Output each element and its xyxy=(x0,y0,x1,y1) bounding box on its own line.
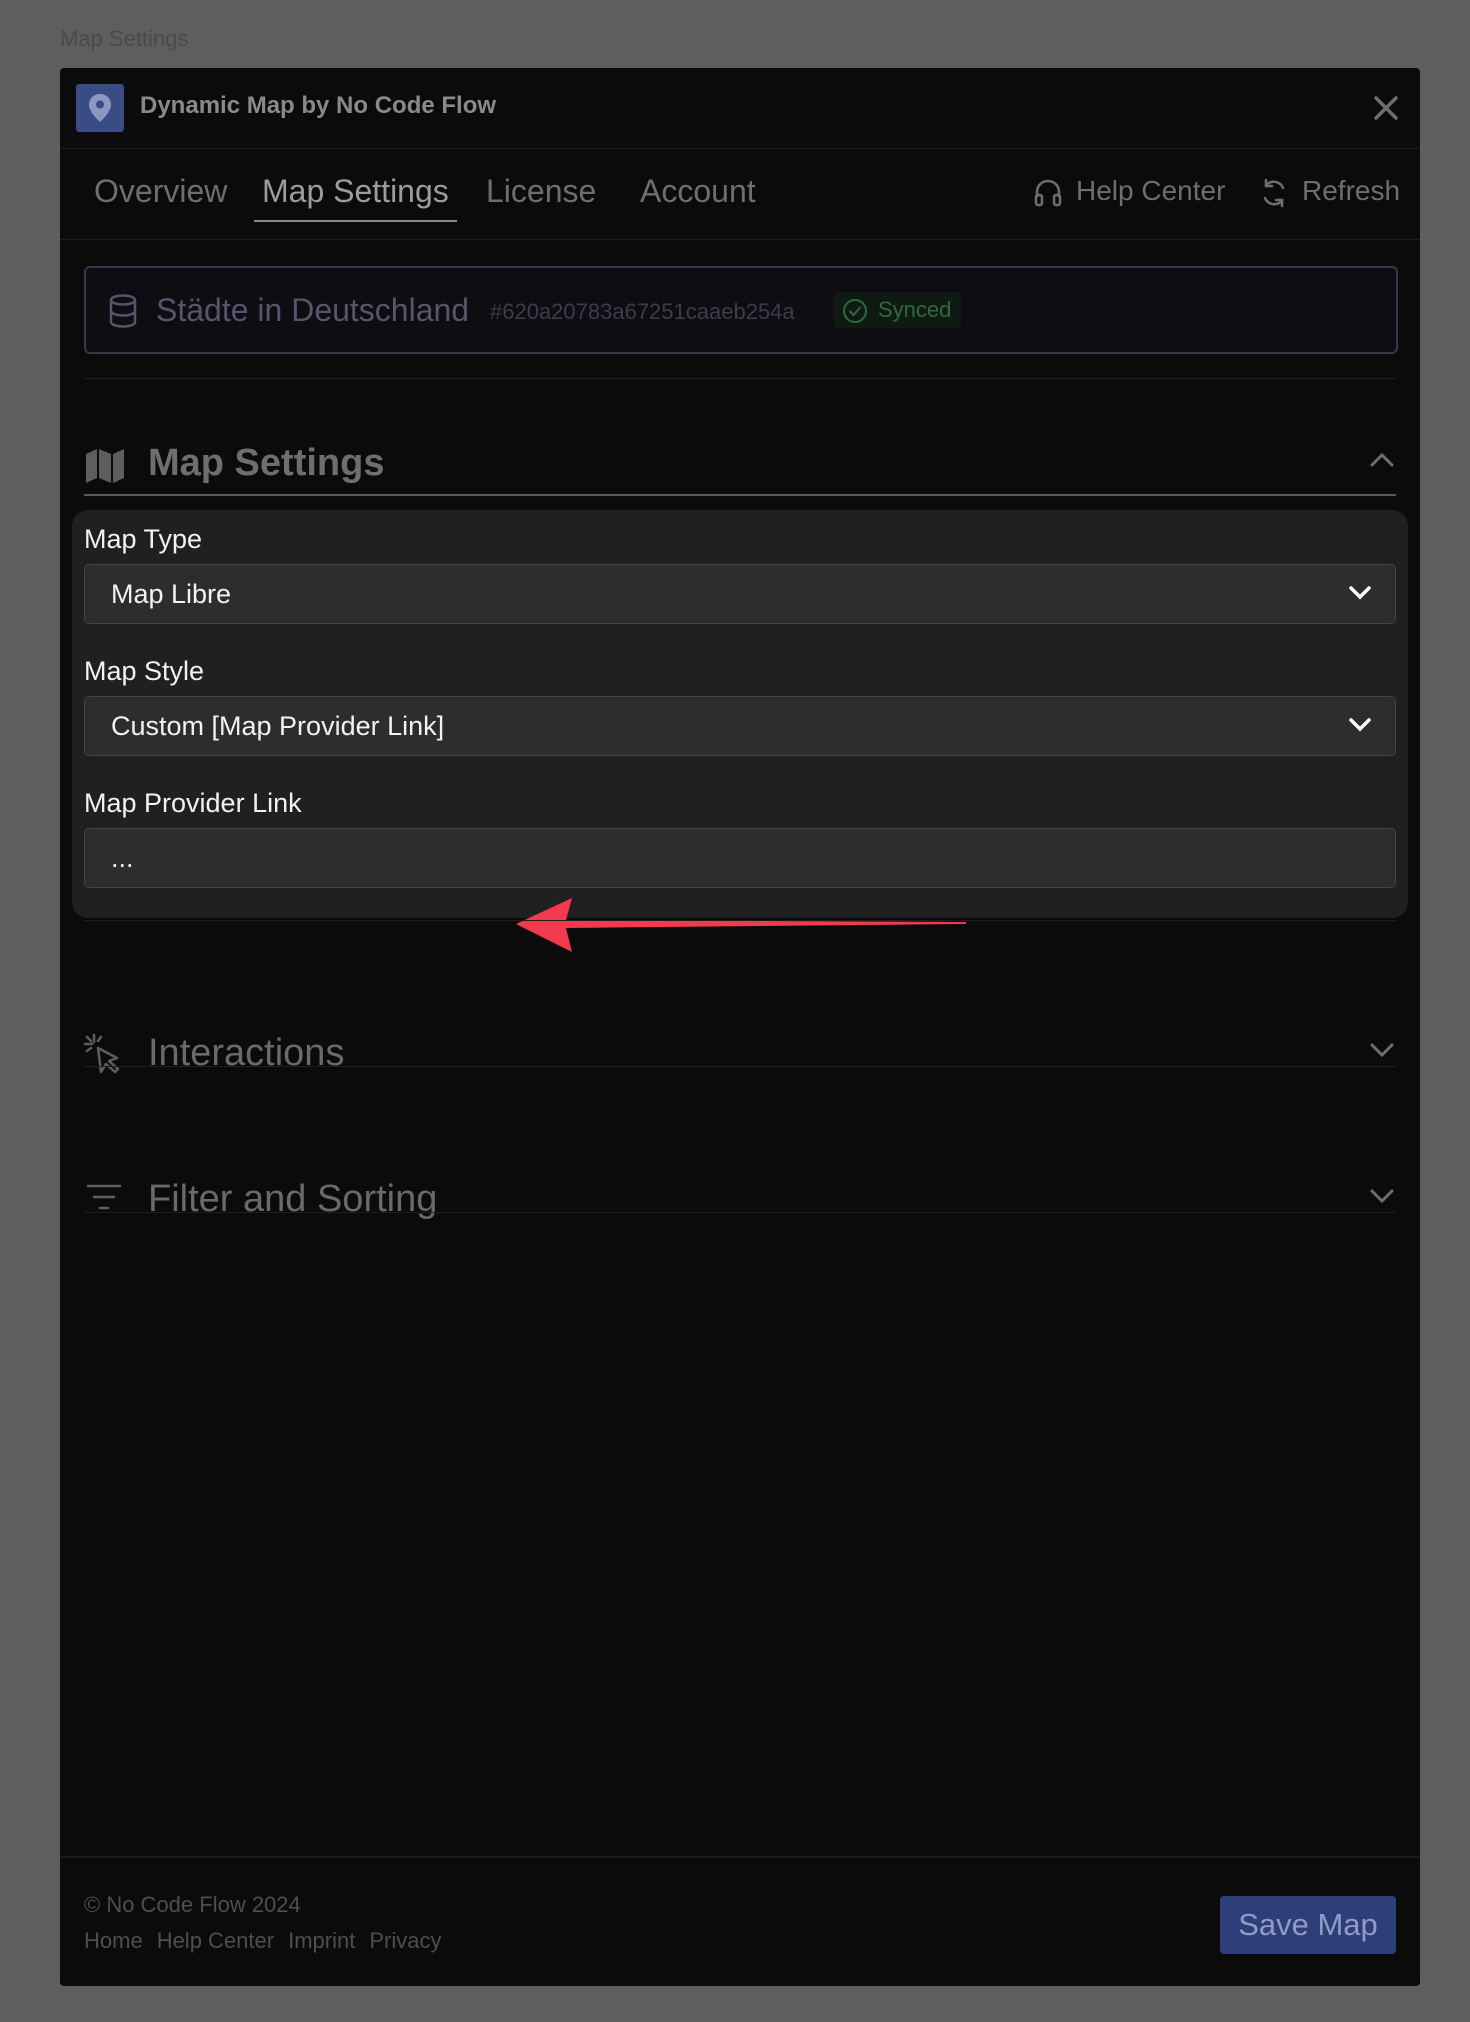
map-icon xyxy=(86,449,124,483)
sync-status-label: Synced xyxy=(878,297,952,322)
chevron-down-icon xyxy=(1370,1189,1394,1204)
map-type-value: Map Libre xyxy=(111,579,232,609)
close-button[interactable] xyxy=(1366,88,1406,128)
tab-map-settings[interactable]: Map Settings xyxy=(254,173,457,222)
map-settings-panel: Map Type Map Libre Map Style Custom [Map… xyxy=(72,510,1408,918)
refresh-button[interactable]: Refresh xyxy=(1258,175,1401,208)
divider xyxy=(84,1066,1396,1067)
annotation-arrow-icon xyxy=(516,898,966,952)
help-center-label: Help Center xyxy=(1076,175,1226,206)
headphones-icon xyxy=(1034,179,1062,207)
filter-sorting-section-header[interactable]: Filter and Sorting xyxy=(84,1160,1396,1240)
divider xyxy=(84,378,1396,379)
interactions-section-header[interactable]: Interactions xyxy=(84,1014,1396,1094)
footer-link-imprint[interactable]: Imprint xyxy=(288,1928,355,1953)
footer-link-privacy[interactable]: Privacy xyxy=(369,1928,441,1953)
map-type-label: Map Type xyxy=(84,524,203,554)
map-settings-section-header[interactable]: Map Settings xyxy=(84,436,1396,496)
close-icon xyxy=(1374,96,1398,120)
copyright-text: © No Code Flow 2024 xyxy=(84,1892,301,1917)
map-type-select[interactable]: Map Libre xyxy=(84,564,1396,624)
map-provider-link-input[interactable]: ... xyxy=(84,828,1396,888)
chevron-down-icon xyxy=(1349,718,1371,732)
map-pin-logo-icon xyxy=(76,84,124,132)
divider xyxy=(84,920,1396,921)
map-settings-section-title: Map Settings xyxy=(148,442,385,484)
modal-footer: © No Code Flow 2024 Home Help Center Impri… xyxy=(60,1856,1420,1986)
chevron-down-icon xyxy=(1349,586,1371,600)
filter-icon xyxy=(86,1184,122,1210)
pointer-click-icon xyxy=(84,1034,120,1074)
collection-info: Städte in Deutschland #620a20783a67251ca… xyxy=(84,266,1398,354)
save-map-button[interactable]: Save Map xyxy=(1220,1896,1396,1954)
modal-titlebar: Dynamic Map by No Code Flow xyxy=(60,68,1420,149)
tab-overview[interactable]: Overview xyxy=(86,173,235,220)
divider xyxy=(84,1212,1396,1213)
filter-sorting-section-title: Filter and Sorting xyxy=(148,1178,438,1220)
collection-id: #620a20783a67251caaeb254a xyxy=(490,299,795,324)
tab-account[interactable]: Account xyxy=(632,173,764,220)
map-provider-link-value: ... xyxy=(111,843,134,873)
tab-bar: Overview Map Settings License Account He… xyxy=(60,149,1420,240)
refresh-icon xyxy=(1263,178,1285,208)
database-icon xyxy=(109,294,137,328)
map-style-select[interactable]: Custom [Map Provider Link] xyxy=(84,696,1396,756)
page-caption: Map Settings xyxy=(60,26,189,51)
app-title: Dynamic Map by No Code Flow xyxy=(140,92,497,119)
footer-link-home[interactable]: Home xyxy=(84,1928,143,1953)
tab-license[interactable]: License xyxy=(478,173,604,220)
collection-name: Städte in Deutschland xyxy=(156,292,470,328)
settings-modal: Dynamic Map by No Code Flow Overview Map… xyxy=(60,68,1420,1986)
sync-status-badge: Synced xyxy=(834,292,962,328)
chevron-up-icon xyxy=(1370,452,1394,467)
map-style-label: Map Style xyxy=(84,656,205,686)
check-circle-icon xyxy=(843,299,867,323)
footer-link-help-center[interactable]: Help Center xyxy=(157,1928,274,1953)
chevron-down-icon xyxy=(1370,1043,1394,1058)
interactions-section-title: Interactions xyxy=(148,1032,345,1074)
footer-links: Home Help Center Imprint Privacy xyxy=(84,1928,455,1954)
help-center-link[interactable]: Help Center xyxy=(1032,175,1225,207)
map-style-value: Custom [Map Provider Link] xyxy=(111,711,445,741)
refresh-label: Refresh xyxy=(1302,175,1401,206)
map-provider-link-label: Map Provider Link xyxy=(84,788,302,818)
